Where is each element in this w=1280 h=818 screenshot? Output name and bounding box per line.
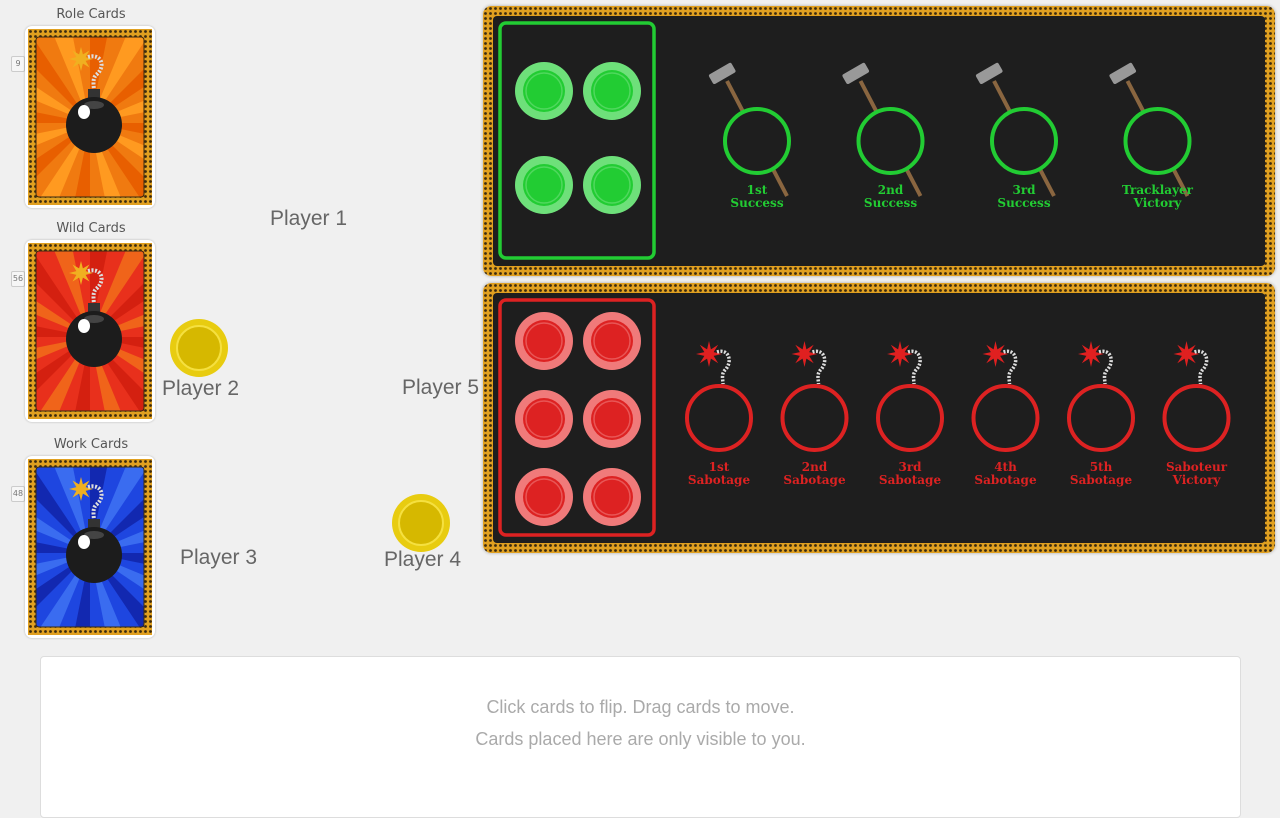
private-hand-area[interactable]: Click cards to flip. Drag cards to move.…	[40, 656, 1241, 818]
success-slot-label-1: 2nd	[878, 183, 904, 197]
success-slot-label-2: Success	[997, 196, 1050, 210]
success-marker-token[interactable]	[515, 156, 573, 214]
work-card-back[interactable]	[25, 456, 155, 638]
success-slot-label-1: Tracklayer	[1122, 183, 1194, 197]
success-slot-label-1: 1st	[747, 183, 768, 197]
sabotage-slot-label-1: 4th	[994, 460, 1017, 474]
success-slot-label-2: Success	[730, 196, 783, 210]
sabotage-marker-token[interactable]	[583, 468, 641, 526]
sabotage-slot-label-2: Sabotage	[974, 473, 1037, 487]
player-3-name: Player 3	[180, 546, 258, 569]
sabotage-slot-label-1: 5th	[1090, 460, 1113, 474]
coin-icon[interactable]	[391, 493, 451, 553]
sabotage-slot-label-1: 3rd	[898, 460, 922, 474]
bomb-icon	[28, 29, 152, 205]
bomb-icon	[28, 459, 152, 635]
role-card-back[interactable]	[25, 26, 155, 208]
sabotage-marker-token[interactable]	[515, 468, 573, 526]
sabotage-slot-label-2: Sabotage	[879, 473, 942, 487]
bomb-icon	[28, 243, 152, 419]
deck-label-wild: Wild Cards	[56, 221, 126, 236]
deck-count-wild: 56	[11, 271, 25, 287]
coin-icon[interactable]	[169, 318, 229, 378]
wild-card-back[interactable]	[25, 240, 155, 422]
success-marker-token[interactable]	[583, 62, 641, 120]
success-marker-token[interactable]	[583, 156, 641, 214]
success-marker-token[interactable]	[515, 62, 573, 120]
sabotage-slot-label-1: Saboteur	[1166, 460, 1228, 474]
sabotage-marker-token[interactable]	[583, 312, 641, 370]
sabotage-board: 1stSabotage2ndSabotage3rdSabotage4thSabo…	[483, 283, 1275, 553]
hand-instructions-line-1: Click cards to flip. Drag cards to move.	[486, 697, 795, 717]
sabotage-marker-token[interactable]	[583, 390, 641, 448]
success-board: 1stSuccess2ndSuccess3rdSuccessTracklayer…	[483, 6, 1275, 276]
success-slot-label-1: 3rd	[1012, 183, 1036, 197]
sabotage-slot-label-2: Sabotage	[783, 473, 846, 487]
sabotage-slot-label-2: Victory	[1172, 473, 1222, 487]
sabotage-slot-label-2: Sabotage	[1070, 473, 1133, 487]
success-slot-label-2: Success	[864, 196, 917, 210]
sabotage-slot-label-2: Sabotage	[688, 473, 751, 487]
player-5-name: Player 5	[402, 376, 480, 399]
player-2-name: Player 2	[162, 377, 240, 400]
deck-label-work: Work Cards	[53, 437, 129, 452]
deck-count-work: 48	[11, 486, 25, 502]
deck-label-role: Role Cards	[56, 7, 126, 22]
player-1-name: Player 1	[270, 207, 348, 230]
hand-instructions-line-2: Cards placed here are only visible to yo…	[475, 729, 806, 749]
deck-count-role: 9	[11, 56, 25, 72]
sabotage-slot-label-1: 2nd	[802, 460, 828, 474]
sabotage-marker-token[interactable]	[515, 312, 573, 370]
success-slot-label-2: Victory	[1133, 196, 1183, 210]
sabotage-slot-label-1: 1st	[709, 460, 730, 474]
sabotage-marker-token[interactable]	[515, 390, 573, 448]
